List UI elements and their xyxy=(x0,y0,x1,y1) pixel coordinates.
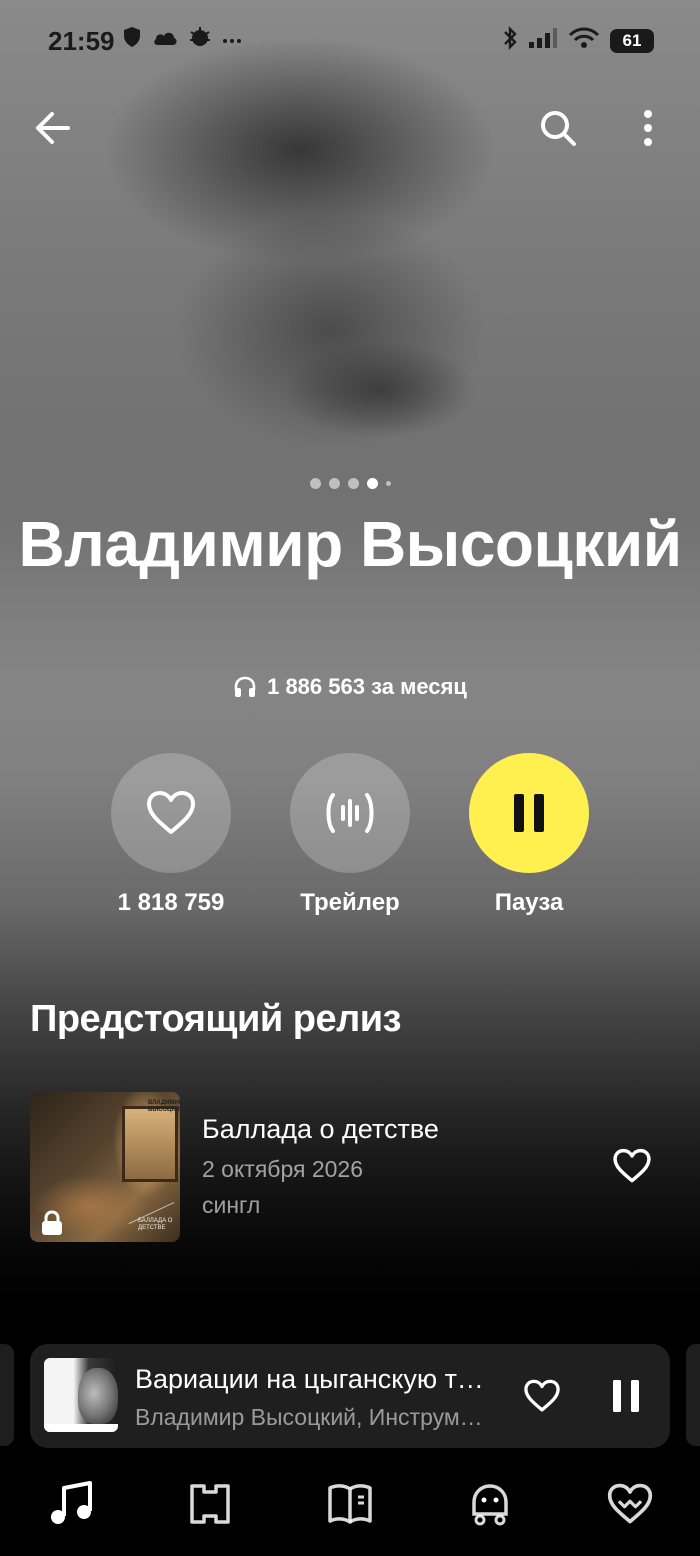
mini-player[interactable]: Вариации на цыганскую тему Владимир Высо… xyxy=(30,1344,670,1448)
artist-name: Владимир Высоцкий xyxy=(18,508,682,580)
nav-music[interactable] xyxy=(46,1478,98,1530)
cover-signature xyxy=(115,1174,175,1225)
release-type: сингл xyxy=(202,1192,261,1218)
cover-window-art xyxy=(122,1106,178,1182)
trailer-wave-icon xyxy=(326,793,374,833)
nav-kids[interactable] xyxy=(464,1478,516,1530)
back-button[interactable] xyxy=(24,100,80,156)
status-bar: 21:59 61 xyxy=(0,0,700,80)
monthly-listeners: 1 886 563 за месяц xyxy=(0,674,700,700)
trailer-action[interactable]: Трейлер xyxy=(275,753,425,917)
pause-icon xyxy=(613,1380,639,1412)
mini-pause-button[interactable] xyxy=(604,1374,648,1418)
mini-player-cover[interactable] xyxy=(44,1358,118,1432)
search-icon xyxy=(541,111,576,146)
cover-title-text: БАЛЛАДА О ДЕТСТВЕ xyxy=(138,1218,173,1231)
release-date: 2 октября 2026 xyxy=(202,1156,363,1182)
carousel-dot[interactable] xyxy=(309,478,321,489)
now-playing-title[interactable]: Вариации на цыганскую тему xyxy=(135,1364,485,1395)
cloud-icon xyxy=(152,28,178,51)
arrow-left-icon xyxy=(36,112,70,144)
heart-icon xyxy=(524,1379,560,1412)
gear-bug-icon xyxy=(188,26,212,53)
pause-icon xyxy=(514,794,544,832)
signal-icon xyxy=(528,27,558,54)
nav-books[interactable] xyxy=(324,1478,376,1530)
pause-action[interactable]: Пауза xyxy=(454,753,604,917)
heart-wave-icon xyxy=(607,1483,653,1524)
status-time: 21:59 xyxy=(48,26,115,56)
battery-icon: 61 xyxy=(610,28,654,53)
music-note-icon xyxy=(51,1481,92,1524)
release-like-button[interactable] xyxy=(610,1144,654,1188)
release-cover[interactable]: ВЛАДИМИР ВЫСОЦКИЙ БАЛЛАДА О ДЕТСТВЕ xyxy=(30,1092,180,1242)
bluetooth-icon xyxy=(502,26,518,55)
search-button[interactable] xyxy=(530,100,586,156)
map-icon xyxy=(190,1484,230,1524)
carousel-dot[interactable] xyxy=(347,478,359,489)
trailer-button[interactable] xyxy=(290,753,410,873)
cover-artist-text: ВЛАДИМИР ВЫСОЦКИЙ xyxy=(148,1100,180,1113)
like-action[interactable]: 1 818 759 xyxy=(96,753,246,917)
next-track-peek[interactable] xyxy=(686,1344,700,1446)
release-title[interactable]: Баллада о детстве xyxy=(202,1114,439,1145)
mini-cover-strip xyxy=(44,1424,118,1432)
more-vertical-icon xyxy=(644,110,652,146)
status-icons-left xyxy=(122,26,242,53)
more-options-button[interactable] xyxy=(620,100,676,156)
previous-track-peek[interactable] xyxy=(0,1344,14,1446)
wifi-icon xyxy=(568,27,600,54)
book-icon xyxy=(328,1484,372,1524)
more-dots-icon xyxy=(222,31,242,49)
mini-cover-portrait xyxy=(78,1368,118,1424)
carousel-dot[interactable] xyxy=(385,481,391,486)
pause-label: Пауза xyxy=(494,889,564,916)
upcoming-release-card[interactable]: ВЛАДИМИР ВЫСОЦКИЙ БАЛЛАДА О ДЕТСТВЕ Балл… xyxy=(30,1092,670,1242)
lock-icon xyxy=(40,1210,64,1241)
listeners-count: 1 886 563 за месяц xyxy=(267,674,467,699)
vpn-shield-icon xyxy=(122,26,142,53)
carousel-dot-active[interactable] xyxy=(366,478,378,489)
heart-icon xyxy=(613,1148,651,1183)
bottom-navigation xyxy=(0,1470,700,1540)
mini-like-button[interactable] xyxy=(520,1374,564,1418)
nav-collection[interactable] xyxy=(604,1478,656,1530)
kids-icon xyxy=(472,1484,508,1526)
carousel-dots[interactable] xyxy=(0,478,700,489)
status-icons-right: 61 xyxy=(502,26,654,55)
carousel-dot[interactable] xyxy=(328,478,340,489)
heart-icon xyxy=(147,791,195,834)
pause-button[interactable] xyxy=(469,753,589,873)
like-count: 1 818 759 xyxy=(117,889,225,916)
like-button[interactable] xyxy=(111,753,231,873)
nav-explore[interactable] xyxy=(184,1478,236,1530)
now-playing-artist[interactable]: Владимир Высоцкий, Инструментальный анса… xyxy=(135,1404,485,1431)
trailer-label: Трейлер xyxy=(300,889,400,916)
headphones-icon xyxy=(234,676,256,697)
upcoming-release-title: Предстоящий релиз xyxy=(30,998,401,1040)
